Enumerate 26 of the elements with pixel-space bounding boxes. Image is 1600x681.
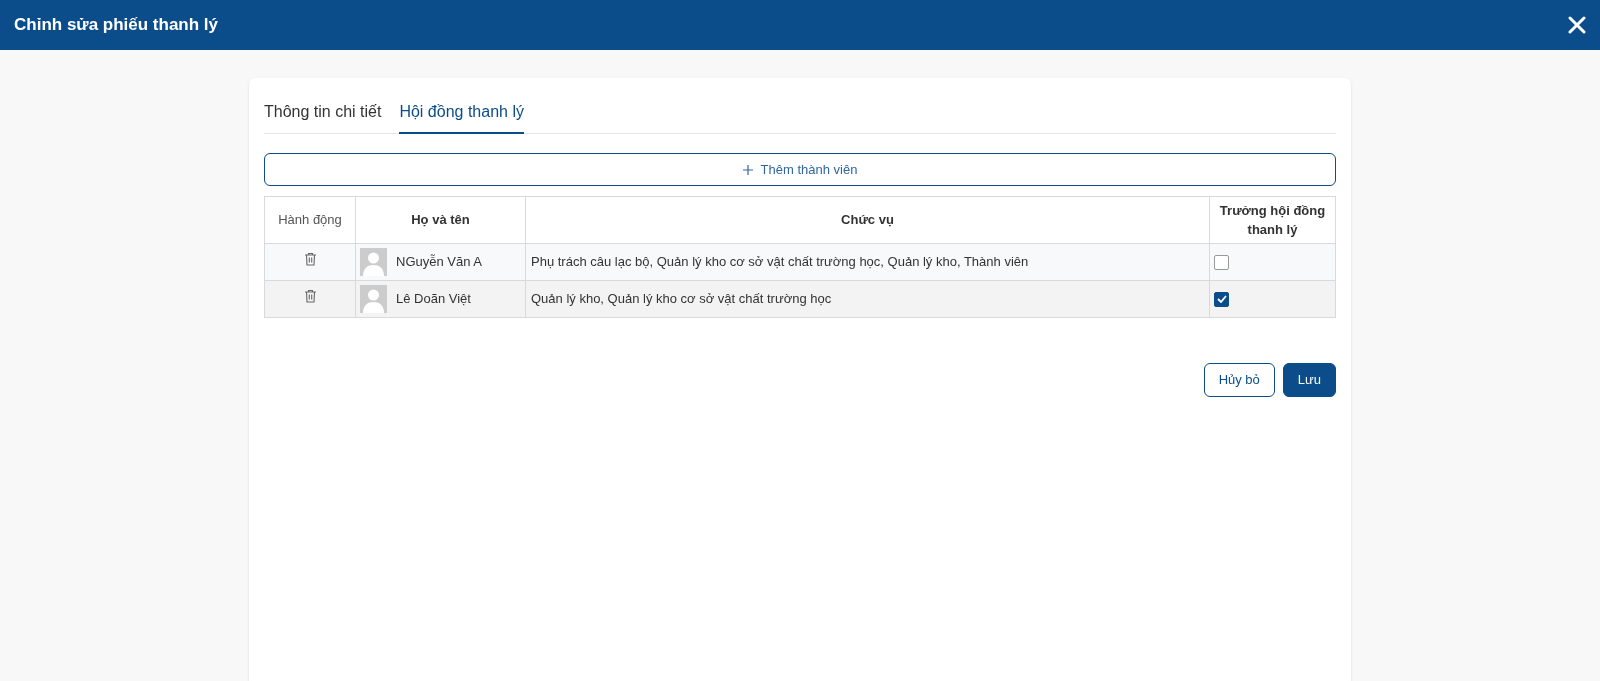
close-icon bbox=[1568, 16, 1586, 34]
column-header: Họ và tên bbox=[355, 196, 526, 244]
member-name: NGuyễn Văn A bbox=[396, 253, 482, 272]
checkbox[interactable] bbox=[1214, 291, 1229, 307]
delete-button[interactable] bbox=[303, 289, 317, 304]
add-member-button[interactable]: Thêm thành viên bbox=[264, 153, 1336, 186]
avatar-placeholder bbox=[360, 248, 387, 276]
delete-button[interactable] bbox=[303, 252, 317, 267]
column-header: Trưởng hội đồng thanh lý bbox=[1209, 196, 1336, 244]
close-button[interactable] bbox=[1568, 16, 1586, 34]
column-header: Chức vụ bbox=[525, 196, 1210, 244]
plus-icon bbox=[742, 164, 753, 175]
position-cell: Phụ trách câu lạc bộ, Quản lý kho cơ sở vật chất trường học, Quản lý kho, Thành viên bbox=[525, 243, 1210, 281]
avatar-placeholder bbox=[360, 285, 387, 313]
tab[interactable]: Hội đồng thanh lý bbox=[399, 100, 524, 134]
trash-icon bbox=[303, 289, 317, 304]
checkbox[interactable] bbox=[1214, 254, 1229, 270]
column-header: Hành động bbox=[264, 196, 356, 244]
save-button[interactable]: Lưu bbox=[1282, 363, 1336, 397]
trash-icon bbox=[303, 252, 317, 267]
tab[interactable]: Thông tin chi tiết bbox=[264, 100, 382, 134]
cancel-button[interactable]: Hủy bỏ bbox=[1203, 363, 1275, 397]
member-name: Lê Doãn Việt bbox=[396, 290, 471, 309]
position-cell: Quản lý kho, Quản lý kho cơ sở vật chất trường học bbox=[525, 280, 1210, 318]
check-icon bbox=[1216, 295, 1227, 303]
window-title: Chỉnh sửa phiếu thanh lý bbox=[14, 14, 219, 37]
